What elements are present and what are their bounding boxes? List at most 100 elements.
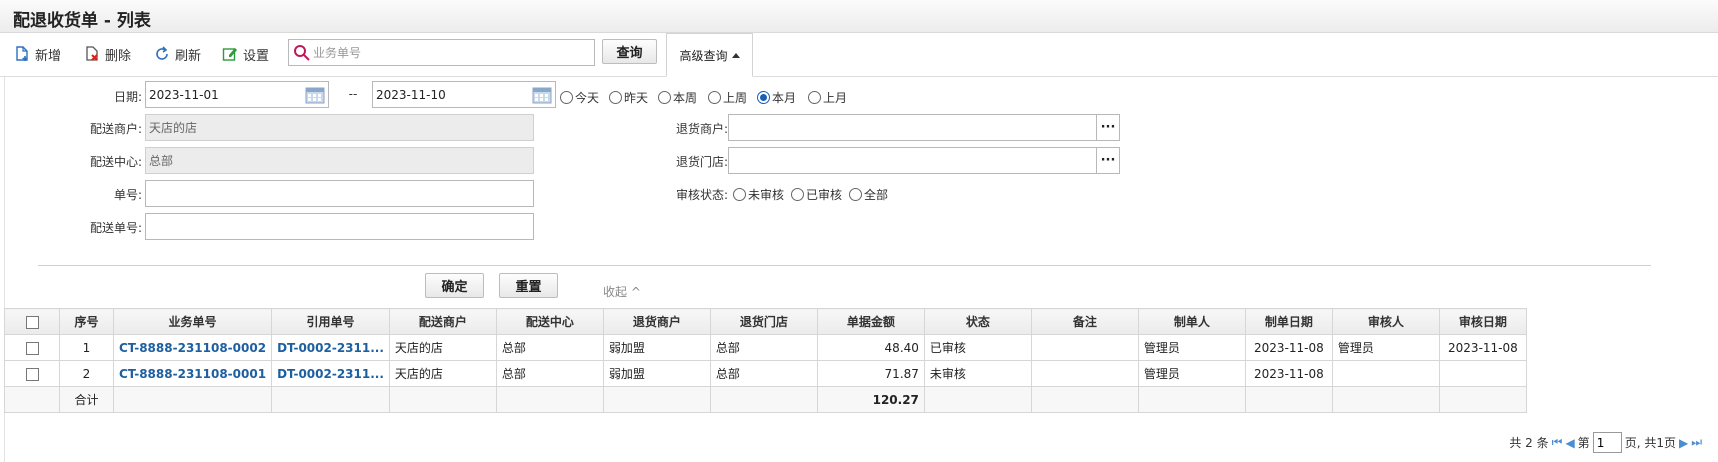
- table-row[interactable]: 2 CT-8888-231108-0001 DT-0002-2311... 天店…: [4, 360, 1527, 387]
- radio-last-month[interactable]: 上月: [808, 89, 847, 106]
- radio-dot: [609, 91, 622, 104]
- search-input[interactable]: [313, 45, 583, 60]
- refresh-label: 刷新: [175, 48, 202, 64]
- refresh-button[interactable]: 刷新: [154, 42, 201, 66]
- radio-dot: [791, 188, 804, 201]
- radio-last-week[interactable]: 上周: [708, 89, 747, 106]
- order-no-field[interactable]: [145, 180, 534, 207]
- cell-order-link[interactable]: CT-8888-231108-0001: [112, 360, 273, 387]
- radio-yesterday[interactable]: 昨天: [609, 89, 648, 106]
- collapse-link[interactable]: 收起 ^: [603, 283, 641, 300]
- date-from-field[interactable]: 2023-11-01: [145, 81, 329, 108]
- first-page-icon[interactable]: ⏮: [1552, 435, 1563, 450]
- column-header[interactable]: 配送商户: [388, 308, 497, 335]
- calendar-icon[interactable]: [532, 85, 552, 104]
- table-row[interactable]: 1 CT-8888-231108-0002 DT-0002-2311... 天店…: [4, 334, 1527, 361]
- row-checkbox[interactable]: [25, 341, 39, 355]
- settings-button[interactable]: 设置: [222, 42, 269, 66]
- refresh-icon: [156, 46, 168, 60]
- radio-today[interactable]: 今天: [560, 89, 599, 106]
- last-page-icon[interactable]: ⏭: [1691, 435, 1702, 450]
- radio-unaudited[interactable]: 未审核: [733, 186, 784, 203]
- new-document-icon: [16, 46, 28, 61]
- row-select-cell: [4, 360, 60, 387]
- column-header[interactable]: 业务单号: [112, 308, 273, 335]
- column-header[interactable]: 配送中心: [495, 308, 604, 335]
- cell: [4, 386, 60, 413]
- page-prefix: 第: [1577, 436, 1590, 450]
- radio-label: 未审核: [748, 188, 785, 202]
- confirm-button[interactable]: 确定: [425, 273, 484, 298]
- row-select-cell: [4, 334, 60, 361]
- radio-audited[interactable]: 已审核: [791, 186, 842, 203]
- search-icon: [294, 45, 310, 61]
- date-to-value: 2023-11-10: [376, 87, 446, 102]
- cell-index: 1: [59, 334, 114, 361]
- reset-label: 重置: [515, 280, 542, 295]
- cell-amount: 48.40: [816, 334, 925, 361]
- return-merchant-label: 退货商户:: [675, 122, 728, 136]
- column-header[interactable]: 状态: [923, 308, 1032, 335]
- delivery-no-field[interactable]: [145, 213, 534, 240]
- column-header[interactable]: 制单日期: [1244, 308, 1333, 335]
- cell-order-link[interactable]: CT-8888-231108-0002: [112, 334, 273, 361]
- delete-document-icon: [86, 46, 98, 61]
- total-count: 共 2 条: [1509, 436, 1549, 450]
- column-header[interactable]: 审核日期: [1438, 308, 1527, 335]
- reset-button[interactable]: 重置: [499, 273, 558, 298]
- column-header[interactable]: 序号: [59, 308, 114, 335]
- toolbar: 新增 删除 刷新 设置 查询 高级查询: [0, 33, 1718, 77]
- cell: [1030, 360, 1139, 387]
- center-value: 总部: [149, 154, 174, 168]
- column-header[interactable]: 单据金额: [816, 308, 925, 335]
- return-merchant-picker-button[interactable]: ···: [1096, 115, 1119, 140]
- column-header[interactable]: 备注: [1030, 308, 1139, 335]
- edit-icon: [222, 48, 237, 61]
- radio-label: 本月: [772, 91, 797, 105]
- next-page-icon[interactable]: ▶: [1679, 436, 1688, 450]
- radio-this-week[interactable]: 本周: [658, 89, 697, 106]
- column-header[interactable]: 制单人: [1137, 308, 1246, 335]
- date-from-value: 2023-11-01: [149, 87, 219, 102]
- radio-dot: [808, 91, 821, 104]
- cell: [1438, 386, 1527, 413]
- radio-label: 昨天: [624, 91, 649, 105]
- prev-page-icon[interactable]: ◀: [1565, 436, 1574, 450]
- filter-divider: [38, 265, 1651, 266]
- cell-ref-link[interactable]: DT-0002-2311...: [271, 360, 390, 387]
- pagination: 共 2 条 ⏮ ◀ 第 页, 共1页 ▶ ⏭: [1509, 432, 1702, 453]
- return-store-field[interactable]: ···: [728, 147, 1120, 174]
- column-header[interactable]: 引用单号: [271, 308, 390, 335]
- cell-amount: 71.87: [816, 360, 925, 387]
- total-label: 合计: [59, 386, 114, 413]
- add-button[interactable]: 新增: [14, 42, 61, 66]
- page-number-input[interactable]: [1592, 432, 1622, 453]
- cell: [923, 386, 1032, 413]
- calendar-icon[interactable]: [305, 85, 325, 104]
- column-header[interactable]: 退货门店: [709, 308, 818, 335]
- advanced-query-tab[interactable]: 高级查询: [666, 33, 753, 77]
- return-merchant-field[interactable]: ···: [728, 114, 1120, 141]
- delete-button[interactable]: 删除: [84, 42, 131, 66]
- column-header[interactable]: 退货商户: [602, 308, 711, 335]
- row-checkbox[interactable]: [25, 367, 39, 381]
- radio-label: 上周: [723, 91, 748, 105]
- center-field: 总部: [145, 147, 534, 174]
- radio-this-month[interactable]: 本月: [757, 89, 796, 106]
- delivery-no-label: 配送单号:: [89, 221, 142, 235]
- select-all-checkbox[interactable]: [25, 315, 39, 329]
- cell: 2023-11-08: [1244, 334, 1333, 361]
- radio-label: 全部: [864, 188, 889, 202]
- cell: [1030, 386, 1139, 413]
- cell-index: 2: [59, 360, 114, 387]
- radio-label: 已审核: [806, 188, 843, 202]
- column-header[interactable]: 审核人: [1331, 308, 1440, 335]
- radio-all[interactable]: 全部: [849, 186, 888, 203]
- return-store-picker-button[interactable]: ···: [1096, 148, 1119, 173]
- cell-ref-link[interactable]: DT-0002-2311...: [271, 334, 390, 361]
- query-label: 查询: [616, 46, 643, 61]
- date-to-field[interactable]: 2023-11-10: [372, 81, 556, 108]
- cell: 2023-11-08: [1244, 360, 1333, 387]
- cell: 天店的店: [388, 334, 497, 361]
- query-button[interactable]: 查询: [602, 39, 657, 64]
